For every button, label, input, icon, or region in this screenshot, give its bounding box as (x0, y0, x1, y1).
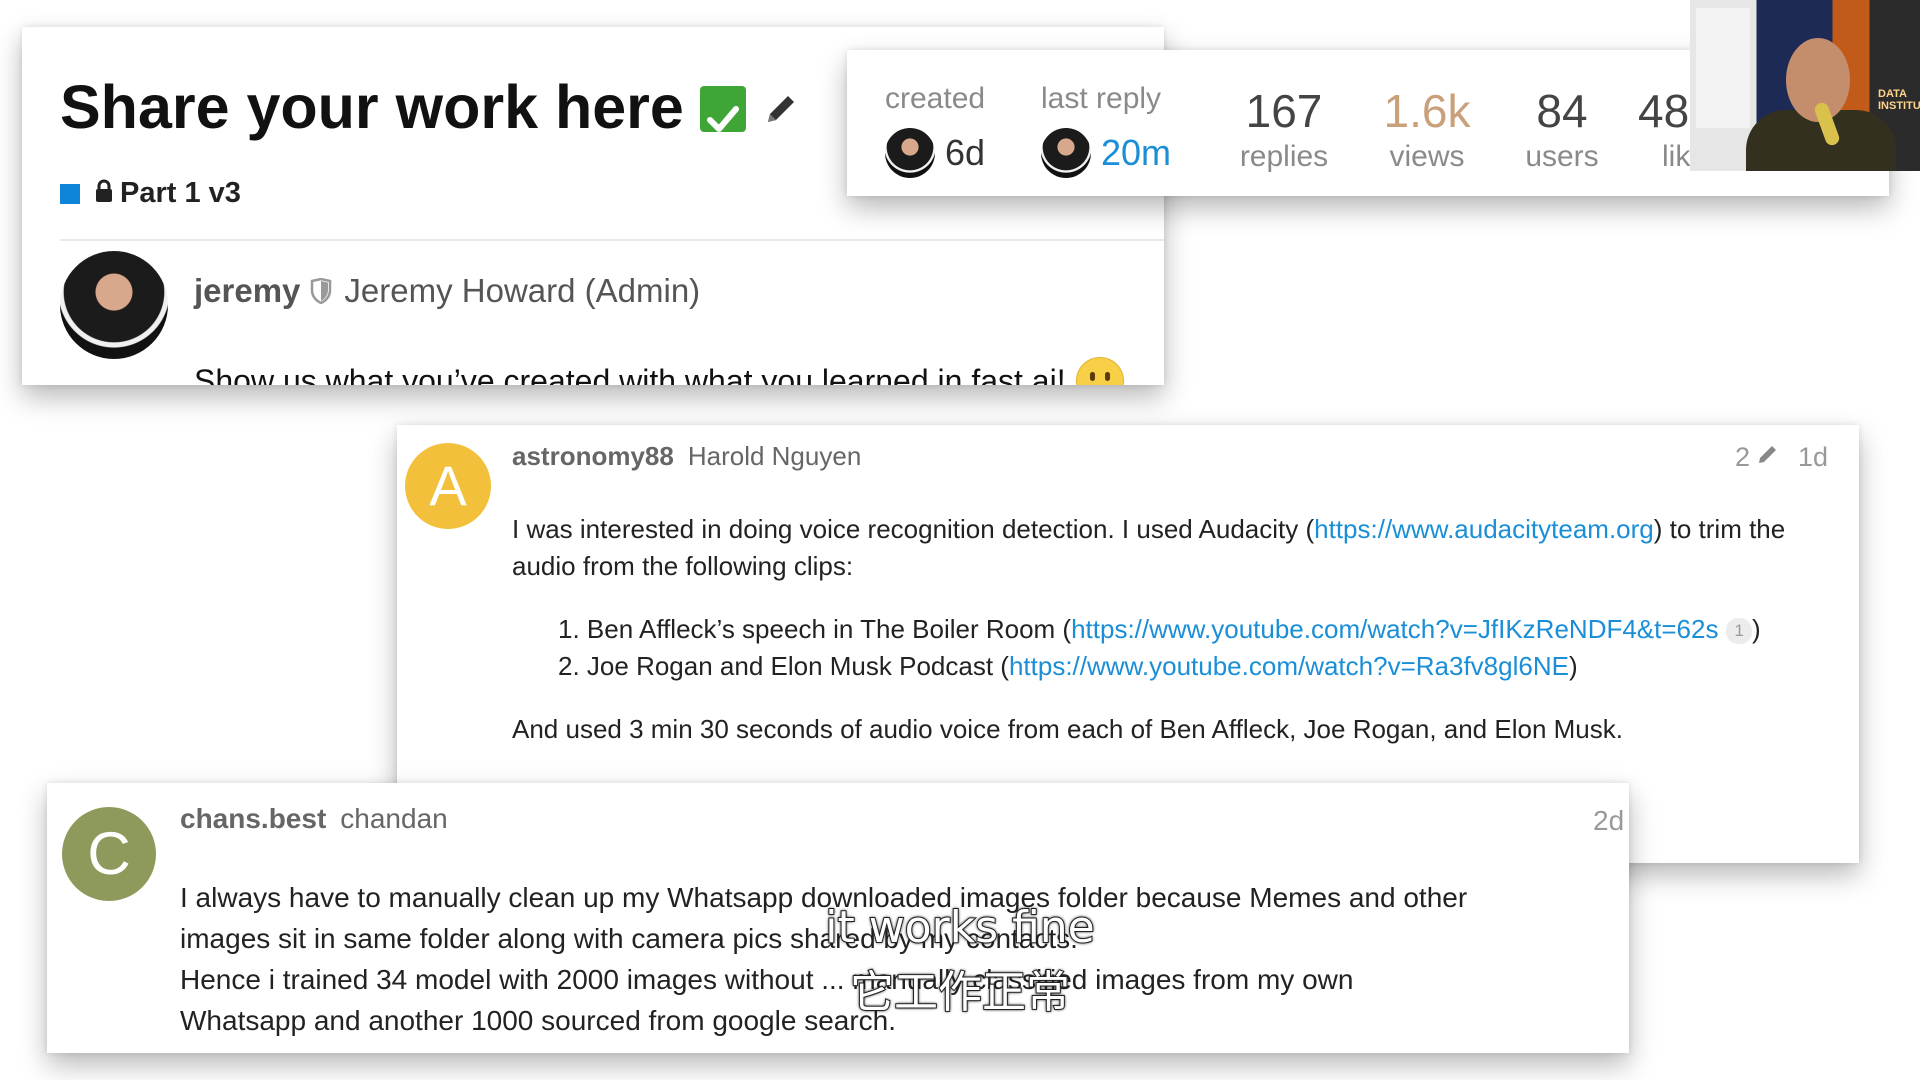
reply1-meta: 2 1d (1735, 442, 1828, 473)
divider (60, 239, 1164, 241)
creator-avatar (885, 128, 935, 178)
edit-history-pencil-icon[interactable] (1756, 442, 1780, 473)
stat-last-reply[interactable]: last reply 20m (1041, 84, 1171, 178)
audacity-link[interactable]: https://www.audacityteam.org (1314, 514, 1654, 544)
list-item: 1. Ben Affleck’s speech in The Boiler Ro… (558, 611, 1842, 648)
reply1-body: I was interested in doing voice recognit… (512, 511, 1842, 748)
moderator-shield-icon (310, 274, 332, 312)
stat-replies-label: replies (1239, 140, 1329, 173)
op-author: jeremy Jeremy Howard (Admin) (194, 272, 700, 310)
list-item: 2. Joe Rogan and Elon Musk Podcast (http… (558, 648, 1842, 685)
stat-created-time: 6d (945, 132, 986, 173)
list-item-text: Joe Rogan and Elon Musk Podcast ( (586, 651, 1009, 681)
reply1-full-name: Harold Nguyen (687, 441, 862, 471)
category-badge[interactable]: Part 1 v3 (60, 177, 241, 210)
reply2-author: chans.best chandan (180, 803, 448, 835)
list-item-close: ) (1568, 651, 1578, 681)
edit-pencil-icon[interactable] (760, 74, 802, 144)
reply1-username[interactable]: astronomy88 (512, 441, 674, 472)
subtitle-english: it works fine (824, 901, 1096, 954)
reply2-age[interactable]: 2d (1593, 805, 1624, 837)
stat-users-label: users (1525, 140, 1599, 173)
reply2-full-name: chandan (340, 803, 448, 834)
reply1-closing: And used 3 min 30 seconds of audio voice… (512, 714, 1623, 744)
reply1-intro: I was interested in doing voice recognit… (512, 511, 1842, 548)
stat-views-label: views (1389, 140, 1465, 173)
category-label: Part 1 v3 (120, 177, 241, 209)
reply1-edit-count[interactable]: 2 (1735, 442, 1750, 473)
list-number: 1. (558, 614, 580, 644)
astronomy88-avatar[interactable]: A (405, 443, 491, 529)
stat-replies-value: 167 (1245, 85, 1323, 137)
smiley-emoji-icon (1075, 357, 1124, 385)
stat-last-reply-label: last reply (1041, 82, 1162, 115)
stat-last-reply-time: 20m (1101, 132, 1172, 173)
subtitle-chinese: 它工作正常 (849, 966, 1071, 1019)
reply1-intro-line2: audio from the following clips: (512, 551, 854, 581)
reply2-username[interactable]: chans.best (180, 803, 326, 835)
stat-users: 84 users (1497, 88, 1627, 172)
category-color-square (60, 183, 80, 204)
stat-users-value: 84 (1536, 85, 1588, 137)
link-click-count: 1 (1726, 618, 1752, 644)
reply1-author: astronomy88 Harold Nguyen (512, 441, 861, 472)
lock-icon (94, 178, 114, 211)
stat-replies: 167 replies (1209, 88, 1359, 172)
stat-created[interactable]: created 6d (885, 84, 985, 178)
list-item-close: ) (1751, 614, 1761, 644)
stat-views: 1.6k views (1357, 88, 1497, 172)
reply2-meta: 2d (1593, 805, 1624, 837)
reply1-age[interactable]: 1d (1798, 442, 1828, 473)
stat-views-value: 1.6k (1383, 85, 1471, 137)
jeremy-avatar[interactable] (60, 251, 168, 359)
reply1-intro-tail: ) to trim the (1653, 514, 1786, 544)
chans-best-avatar[interactable]: C (62, 807, 156, 901)
last-replier-avatar (1041, 128, 1091, 178)
list-item-text: Ben Affleck’s speech in The Boiler Room … (586, 614, 1072, 644)
op-post-body: Show us what you’ve created with what yo… (194, 362, 1066, 386)
op-username[interactable]: jeremy (194, 272, 300, 310)
solved-check-icon (699, 86, 746, 132)
webcam-sign-text: DATA INSTITUTE (1878, 88, 1920, 113)
webcam-poster (1696, 8, 1750, 128)
avatar-letter: A (429, 454, 467, 517)
op-post-text: Show us what you’ve created with what yo… (194, 357, 1124, 385)
topic-title-text[interactable]: Share your work here (60, 72, 684, 142)
stat-created-label: created (885, 82, 986, 115)
reply1-intro-text: I was interested in doing voice recognit… (512, 514, 1315, 544)
clip-list: 1. Ben Affleck’s speech in The Boiler Ro… (558, 611, 1842, 685)
avatar-letter: C (87, 820, 131, 887)
webcam-video-overlay: DATA INSTITUTE (1690, 0, 1920, 171)
topic-title[interactable]: Share your work here (60, 72, 802, 142)
youtube-link-2[interactable]: https://www.youtube.com/watch?v=Ra3fv8gl… (1009, 651, 1569, 681)
op-full-name: Jeremy Howard (Admin) (344, 272, 701, 309)
youtube-link-1[interactable]: https://www.youtube.com/watch?v=JfIKzReN… (1071, 614, 1718, 644)
list-number: 2. (558, 651, 580, 681)
